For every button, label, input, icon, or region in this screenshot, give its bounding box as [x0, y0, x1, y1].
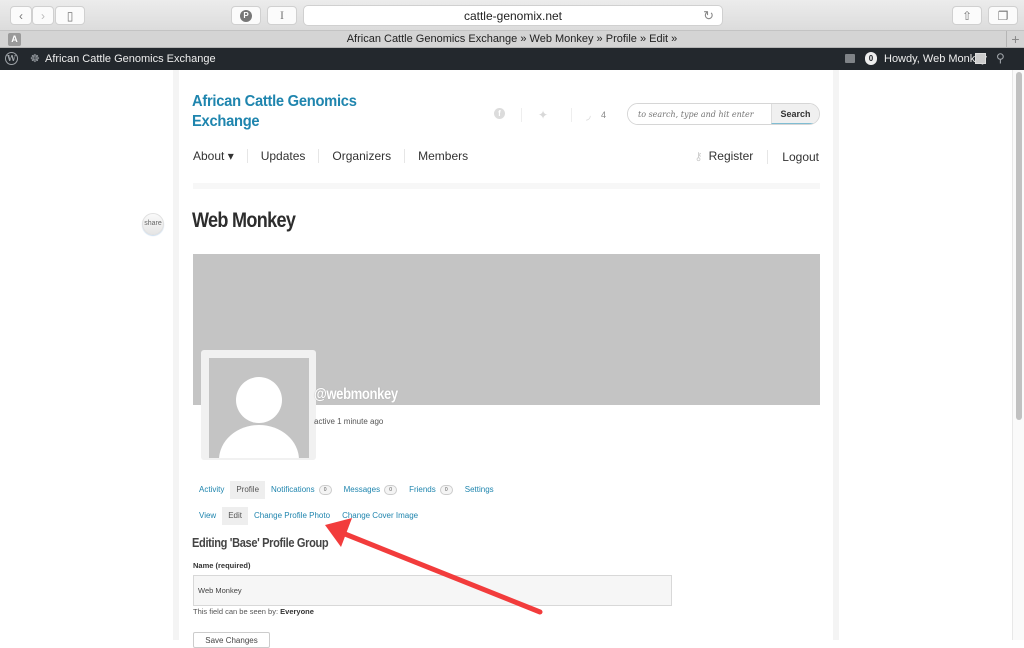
reload-icon[interactable]: ↻	[703, 8, 714, 24]
tab-profile[interactable]: Profile	[230, 481, 266, 499]
wordpress-logo-icon[interactable]: W	[5, 52, 18, 65]
howdy-user[interactable]: Howdy, Web Monkey	[884, 53, 987, 65]
nav-members[interactable]: Members	[404, 149, 481, 163]
avatar-body-shape	[219, 425, 299, 458]
facebook-icon[interactable]: f	[494, 108, 505, 119]
search-button[interactable]: Search	[771, 104, 819, 124]
count-badge: 0	[318, 485, 332, 495]
last-active: active 1 minute ago	[314, 417, 384, 426]
twitter-icon[interactable]: ✦	[538, 108, 548, 122]
pinterest-button[interactable]: P	[231, 6, 261, 25]
scrollbar-thumb[interactable]	[1016, 72, 1022, 420]
name-field[interactable]	[193, 575, 672, 606]
search-icon[interactable]: ⚲	[996, 51, 1005, 65]
social-divider	[571, 108, 572, 122]
user-navigation: ⚷ Register Logout	[681, 149, 819, 164]
subtab-change-cover-image[interactable]: Change Cover Image	[336, 507, 424, 525]
nav-about[interactable]: About ▾	[193, 149, 247, 163]
forward-button[interactable]: ›	[32, 6, 54, 25]
forward-icon: ›	[41, 8, 45, 23]
tab-bar: A African Cattle Genomics Exchange » Web…	[0, 30, 1024, 48]
brand-line-1: African Cattle Genomics	[192, 93, 357, 110]
user-handle: @webmonkey	[314, 386, 398, 403]
address-bar[interactable]: cattle-genomix.net ↻	[303, 5, 723, 26]
back-button[interactable]: ‹	[10, 6, 32, 25]
profile-avatar[interactable]	[209, 358, 309, 458]
profile-tabs: Activity Profile Notifications 0 Messages…	[193, 481, 500, 499]
register-link[interactable]: ⚷ Register	[681, 149, 754, 164]
nav-updates[interactable]: Updates	[246, 149, 319, 163]
sidebar-icon: ▯	[66, 8, 74, 23]
admin-bar-avatar[interactable]	[975, 53, 986, 64]
pinterest-icon: P	[240, 9, 252, 22]
tab-messages[interactable]: Messages 0	[338, 481, 403, 499]
tab-label: Settings	[464, 485, 494, 494]
count-badge: 0	[439, 485, 453, 495]
save-changes-button[interactable]: Save Changes	[193, 632, 270, 648]
browser-toolbar: ‹ › ▯ P I cattle-genomix.net ↻ ⇧ ❐	[0, 0, 1024, 30]
admin-bar-site-name[interactable]: African Cattle Genomics Exchange	[45, 53, 216, 65]
back-icon: ‹	[19, 8, 23, 23]
tabs-icon: ❐	[997, 8, 1009, 23]
tab-activity[interactable]: Activity	[193, 481, 230, 499]
avatar-head-shape	[236, 377, 282, 423]
brand-line-2: Exchange	[192, 113, 260, 130]
admin-bar: W ☸ African Cattle Genomics Exchange 0 H…	[0, 48, 1024, 70]
social-divider	[521, 108, 522, 122]
page-scrollbar[interactable]	[1012, 70, 1024, 640]
key-icon: ⚷	[694, 151, 703, 163]
tab-notifications[interactable]: Notifications 0	[265, 481, 338, 499]
tab-title[interactable]: African Cattle Genomics Exchange » Web M…	[30, 33, 994, 45]
nav-organizers[interactable]: Organizers	[318, 149, 404, 163]
dashboard-icon: ☸	[30, 53, 40, 65]
profile-subtabs: View Edit Change Profile Photo Change Co…	[193, 507, 424, 525]
comment-icon[interactable]	[845, 54, 855, 63]
reader-icon: I	[280, 8, 284, 22]
subtab-view[interactable]: View	[193, 507, 222, 525]
tab-favicon[interactable]: A	[8, 33, 21, 46]
site-brand[interactable]: African Cattle Genomics Exchange	[192, 92, 376, 132]
tab-label: Messages	[343, 485, 381, 494]
visibility-prefix: This field can be seen by:	[193, 607, 279, 616]
notification-count[interactable]: 0	[865, 52, 877, 65]
logout-link[interactable]: Logout	[767, 149, 819, 164]
subtab-edit[interactable]: Edit	[222, 507, 248, 525]
rss-icon[interactable]: ◞	[586, 108, 591, 122]
tab-label: Profile	[236, 485, 260, 494]
new-tab-button[interactable]: +	[1006, 31, 1024, 48]
page-title: Web Monkey	[192, 209, 296, 232]
tab-friends[interactable]: Friends 0	[403, 481, 459, 499]
tab-settings[interactable]: Settings	[459, 481, 500, 499]
search-input[interactable]	[628, 104, 773, 124]
subtab-change-profile-photo[interactable]: Change Profile Photo	[248, 507, 336, 525]
site-search: Search	[627, 103, 820, 125]
name-field-label: Name (required)	[193, 561, 251, 570]
tab-label: Friends	[409, 485, 436, 494]
header-divider	[193, 183, 820, 189]
url-text: cattle-genomix.net	[463, 8, 563, 23]
field-visibility: This field can be seen by: Everyone	[193, 607, 314, 616]
visibility-value[interactable]: Everyone	[280, 607, 314, 616]
tab-label: Activity	[199, 485, 225, 494]
rss-count: 4	[601, 110, 607, 120]
share-button[interactable]: share	[142, 213, 164, 235]
show-tabs-button[interactable]: ❐	[988, 6, 1018, 25]
sidebar-button[interactable]: ▯	[55, 6, 85, 25]
register-label: Register	[708, 149, 754, 163]
main-navigation: About ▾ Updates Organizers Members	[193, 149, 481, 163]
share-icon: ⇧	[961, 8, 973, 23]
tab-label: Notifications	[271, 485, 315, 494]
reader-button[interactable]: I	[267, 6, 297, 25]
share-sheet-button[interactable]: ⇧	[952, 6, 982, 25]
count-badge: 0	[384, 485, 398, 495]
section-title: Editing 'Base' Profile Group	[192, 535, 329, 550]
